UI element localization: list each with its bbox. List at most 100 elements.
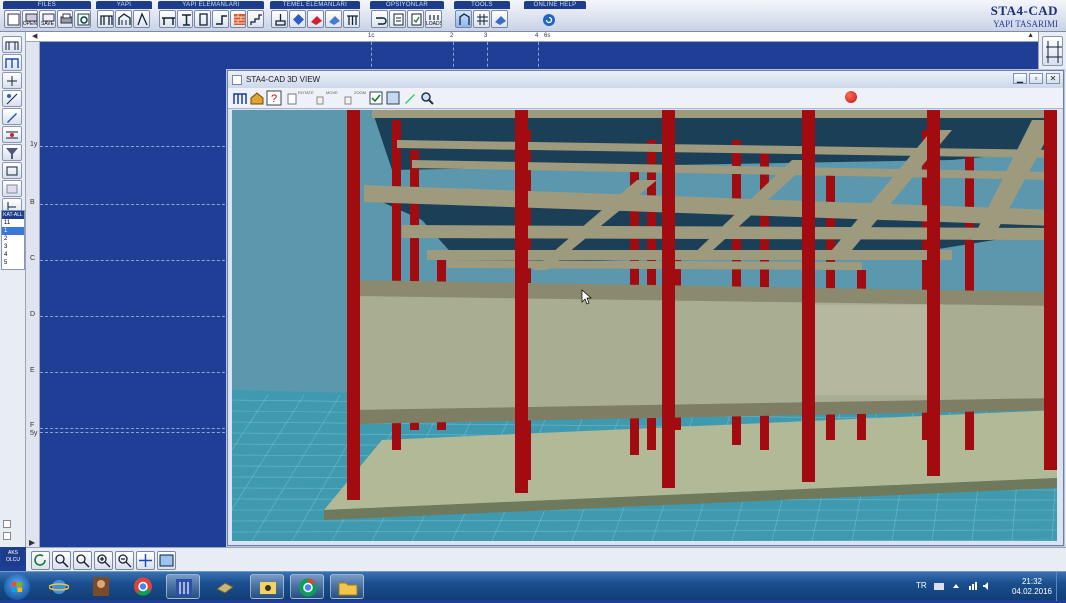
tool-3d-button[interactable]: [455, 10, 472, 28]
layer-list[interactable]: KAT-ALL 11 1 2 3 4 5: [1, 210, 25, 270]
save-button[interactable]: SAVE: [39, 10, 56, 28]
network-icon[interactable]: [968, 581, 978, 591]
axis-button[interactable]: [97, 10, 114, 28]
brick-wall-button[interactable]: [229, 10, 247, 28]
taskbar-camera-app[interactable]: [250, 574, 284, 599]
check-view-button[interactable]: [368, 90, 384, 106]
language-indicator[interactable]: TR: [916, 581, 927, 590]
windows-taskbar: TR 21:32 04.02.2016: [0, 571, 1066, 601]
maximize-button[interactable]: ▫: [1029, 73, 1043, 84]
start-button[interactable]: [4, 574, 30, 600]
new-button[interactable]: [4, 10, 21, 28]
layer-item[interactable]: 4: [2, 251, 24, 259]
zoom-out-button[interactable]: [115, 551, 134, 570]
pile-icon: [311, 16, 322, 25]
layer-icon: [6, 166, 18, 176]
zoom-all-button[interactable]: [52, 551, 71, 570]
structure-button[interactable]: [115, 10, 132, 28]
preview-button[interactable]: [74, 10, 91, 28]
vertical-scrollbar[interactable]: ▶: [26, 42, 40, 547]
minimize-button[interactable]: ▁: [1013, 73, 1027, 84]
zoom-window-button[interactable]: [73, 551, 92, 570]
left-tool-7[interactable]: [2, 144, 22, 161]
clock[interactable]: 21:32 04.02.2016: [1012, 577, 1052, 597]
taskbar-folder[interactable]: [330, 574, 364, 599]
print-button[interactable]: [56, 10, 74, 28]
left-tool-2[interactable]: [2, 54, 22, 71]
right-tool-button[interactable]: [1042, 36, 1063, 66]
left-tool-6[interactable]: [2, 126, 22, 143]
grid-button[interactable]: [473, 10, 490, 28]
open-button[interactable]: OPEN: [21, 10, 39, 28]
show-desktop-button[interactable]: [1056, 572, 1066, 601]
3d-viewport[interactable]: [232, 110, 1057, 541]
loads-button[interactable]: LOADS: [425, 10, 442, 28]
layer-item[interactable]: 5: [2, 259, 24, 267]
render-mode-button[interactable]: [385, 90, 401, 106]
building-button[interactable]: [133, 10, 150, 28]
taskbar-portrait[interactable]: [84, 574, 118, 599]
taskbar-ie[interactable]: [42, 574, 76, 599]
tray-arrow-icon[interactable]: [952, 582, 960, 591]
front-column: [1044, 110, 1057, 470]
home-view-button[interactable]: [249, 90, 265, 106]
layer-item-selected[interactable]: 1: [2, 227, 24, 235]
column-button[interactable]: [176, 10, 194, 28]
pile-button[interactable]: [307, 10, 324, 28]
slab-button[interactable]: [212, 10, 229, 28]
paint-button[interactable]: [402, 90, 418, 106]
toolbar-group-tools: TOOLS: [454, 1, 510, 30]
stair-button[interactable]: [247, 10, 265, 28]
taskbar-chrome[interactable]: [126, 574, 160, 599]
shear-wall-button[interactable]: [194, 10, 212, 28]
raft-button[interactable]: [289, 10, 306, 28]
left-tool-5[interactable]: [2, 108, 22, 125]
help-button[interactable]: [542, 13, 556, 27]
front-column: [802, 110, 815, 482]
taskbar-sta4cad[interactable]: [166, 574, 200, 599]
pan-button[interactable]: [136, 551, 155, 570]
window-3d-titlebar[interactable]: STA4-CAD 3D VIEW ▁ ▫ ✕: [228, 71, 1063, 88]
toggle-checkbox[interactable]: [3, 532, 11, 540]
left-tool-9[interactable]: [2, 180, 22, 197]
ruler-label: 3: [484, 33, 488, 39]
layer-item[interactable]: 3: [2, 243, 24, 251]
taskbar-books[interactable]: [208, 574, 242, 599]
frame-view-button[interactable]: [232, 90, 248, 106]
help-view-button[interactable]: ?: [266, 90, 282, 106]
tool-3d-icon: [459, 13, 470, 25]
aks-olcu-button[interactable]: AKS OLCU: [2, 548, 24, 566]
undo-button[interactable]: [371, 10, 388, 28]
preview-icon: [77, 13, 90, 26]
frame-view-icon: [233, 93, 247, 104]
edit-button[interactable]: [389, 10, 406, 28]
left-tool-8[interactable]: [2, 162, 22, 179]
layer-item[interactable]: 2: [2, 235, 24, 243]
volume-icon[interactable]: [982, 581, 992, 591]
layer-item[interactable]: 11: [2, 219, 24, 227]
beam-button[interactable]: [159, 10, 176, 28]
keyboard-icon[interactable]: [934, 582, 944, 591]
taskbar-chrome-2[interactable]: [290, 574, 324, 599]
axis-line-vertical: [371, 42, 372, 72]
close-button[interactable]: ✕: [1046, 73, 1060, 84]
calc-button[interactable]: [491, 10, 508, 28]
toggle-checkbox[interactable]: [3, 520, 11, 528]
ruler-left-arrow[interactable]: ◀: [32, 32, 37, 40]
left-tool-4[interactable]: [2, 90, 22, 107]
left-tool-3[interactable]: [2, 72, 22, 89]
left-tool-1[interactable]: [2, 36, 22, 53]
zoom-in-button[interactable]: [94, 551, 113, 570]
search-view-button[interactable]: [419, 90, 435, 106]
window-3d-view[interactable]: STA4-CAD 3D VIEW ▁ ▫ ✕ ? ROTATE MOVE ZOO…: [227, 70, 1064, 546]
fit-button[interactable]: [157, 551, 176, 570]
ruler-up-arrow[interactable]: ▲: [1027, 32, 1034, 39]
check-button[interactable]: [407, 10, 424, 28]
scroll-down-arrow[interactable]: ▶: [29, 538, 35, 547]
foundation-button[interactable]: [343, 10, 360, 28]
footing-button[interactable]: [271, 10, 288, 28]
tie-beam-button[interactable]: [325, 10, 342, 28]
front-column: [515, 110, 528, 493]
redraw-button[interactable]: [31, 551, 50, 570]
record-icon[interactable]: [845, 91, 857, 103]
